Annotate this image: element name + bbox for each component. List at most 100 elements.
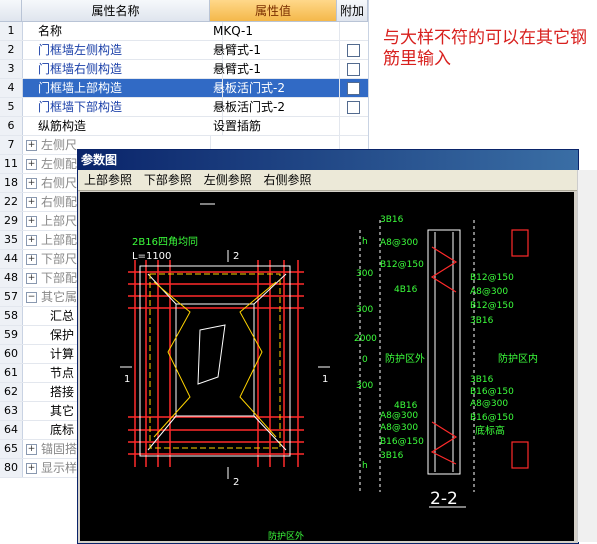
row-number: 6	[0, 117, 23, 135]
menu-right-ref[interactable]: 右侧参照	[264, 173, 312, 187]
rebar-label-8: 3B16	[470, 316, 494, 326]
extra-cell	[337, 117, 368, 135]
property-name-text: 纵筋构造	[38, 119, 87, 133]
property-name-text: 上部尺	[41, 214, 78, 228]
rebar-label-17: A8@300	[380, 411, 418, 421]
section-mark-top: 2	[233, 251, 239, 262]
table-row[interactable]: 5 门框墙下部构造 悬板活门式-2	[0, 98, 368, 117]
vertical-scrollbar[interactable]	[577, 170, 597, 542]
property-value[interactable]: MKQ-1	[210, 22, 340, 40]
dialog-menu: 上部参照 下部参照 左侧参照 右侧参照	[78, 170, 578, 191]
dim-2: 300	[356, 269, 373, 279]
dim-5: 0	[362, 355, 368, 365]
property-value[interactable]: 悬板活门式-2	[210, 79, 340, 97]
row-number: 35	[0, 231, 23, 249]
property-name-text: 门框墙左侧构造	[38, 43, 123, 57]
table-row[interactable]: 6 纵筋构造 设置插筋	[0, 117, 368, 136]
expand-icon[interactable]: +	[26, 444, 37, 455]
rebar-label-9: 3B16	[470, 375, 494, 385]
property-name-text: 其它	[50, 404, 75, 418]
property-name-text: 计算	[50, 347, 75, 361]
property-name-text: 下部尺	[41, 252, 78, 266]
property-value[interactable]: 悬板活门式-2	[210, 98, 340, 116]
menu-left-ref[interactable]: 左侧参照	[204, 173, 252, 187]
rebar-drawing: 2B16四角均同 L=1100 2 2 1 1 3B16 A8@300 B12@…	[120, 203, 538, 541]
row-number: 63	[0, 402, 23, 420]
property-name-text: 节点	[50, 366, 75, 380]
row-number: 5	[0, 98, 23, 116]
property-name-text: 右侧尺	[41, 176, 78, 190]
annotation-note: 与大样不符的可以在其它钢筋里输入	[383, 28, 587, 69]
table-row[interactable]: 4 门框墙上部构造 悬板活门式-2	[0, 79, 368, 98]
expand-icon[interactable]: +	[26, 159, 37, 170]
zone-outside: 防护区外	[385, 352, 425, 365]
menu-top-ref[interactable]: 上部参照	[84, 173, 132, 187]
row-number: 4	[0, 79, 23, 97]
row-number: 2	[0, 41, 23, 59]
table-row[interactable]: 2 门框墙左侧构造 悬臂式-1	[0, 41, 368, 60]
expand-icon[interactable]: +	[26, 140, 37, 151]
dim-1: h	[362, 237, 368, 247]
row-number: 18	[0, 174, 23, 192]
row-number: 60	[0, 345, 23, 363]
rebar-label-12: B16@150	[470, 413, 514, 423]
partial-zone-label: 防护区外	[268, 530, 304, 541]
expand-icon[interactable]: +	[26, 197, 37, 208]
rebar-label-16: B16@150	[380, 437, 424, 447]
property-name-text: 汇总	[50, 309, 75, 323]
row-number: 44	[0, 250, 23, 268]
property-name-text: 上部配	[41, 233, 78, 247]
rebar-label-1: 3B16	[380, 215, 404, 225]
attach-checkbox[interactable]	[347, 101, 360, 114]
property-name-text: 搭接	[50, 385, 75, 399]
property-name-text: 左侧尺	[41, 138, 78, 152]
expand-icon[interactable]: +	[26, 216, 37, 227]
param-dialog[interactable]: 参数图 上部参照 下部参照 左侧参照 右侧参照 2B16四角均同 L=1100 …	[77, 149, 579, 544]
row-number: 80	[0, 459, 23, 477]
row-number: 65	[0, 440, 23, 458]
row-number: 11	[0, 155, 23, 173]
section-mark-bottom: 2	[233, 477, 239, 488]
table-row[interactable]: 1 名称 MKQ-1	[0, 22, 368, 41]
value-column-header[interactable]: 属性值	[210, 0, 337, 22]
property-name-text: 门框墙下部构造	[38, 100, 123, 114]
extra-column-header[interactable]: 附加	[337, 0, 368, 22]
menu-bottom-ref[interactable]: 下部参照	[144, 173, 192, 187]
table-row[interactable]: 3 门框墙右侧构造 悬臂式-1	[0, 60, 368, 79]
collapse-icon[interactable]: −	[26, 292, 37, 303]
length-label: L=1100	[132, 251, 171, 262]
attach-checkbox[interactable]	[347, 82, 360, 95]
property-name: 门框墙上部构造	[24, 79, 223, 97]
property-name-text: 底标	[50, 423, 75, 437]
property-value[interactable]: 悬臂式-1	[210, 41, 340, 59]
rebar-label-11: A8@300	[470, 399, 508, 409]
rebar-top-label: 2B16四角均同	[132, 236, 198, 248]
expand-icon[interactable]: +	[26, 273, 37, 284]
property-name-text: 右侧配	[41, 195, 78, 209]
name-column-header[interactable]: 属性名称	[22, 0, 210, 22]
row-number: 29	[0, 212, 23, 230]
rebar-label-5: 4B16	[394, 285, 418, 295]
dim-4: 2000	[354, 334, 377, 344]
property-name-text: 下部配	[41, 271, 78, 285]
row-number: 1	[0, 22, 23, 40]
attach-checkbox[interactable]	[347, 63, 360, 76]
row-number: 22	[0, 193, 23, 211]
property-value[interactable]: 设置插筋	[210, 117, 340, 135]
attach-checkbox[interactable]	[347, 44, 360, 57]
expand-icon[interactable]: +	[26, 178, 37, 189]
expand-icon[interactable]: +	[26, 235, 37, 246]
expand-icon[interactable]: +	[26, 463, 37, 474]
rebar-label-14: 4B16	[394, 401, 418, 411]
property-value[interactable]: 悬臂式-1	[210, 60, 340, 78]
expand-icon[interactable]: +	[26, 254, 37, 265]
rebar-label-6: A8@300	[470, 287, 508, 297]
property-name-text: 门框墙右侧构造	[38, 62, 123, 76]
row-number: 3	[0, 60, 23, 78]
dialog-title[interactable]: 参数图	[78, 150, 578, 170]
zone-bottom: 底标高	[475, 424, 505, 437]
zone-inside: 防护区内	[498, 352, 538, 365]
row-number: 59	[0, 326, 23, 344]
property-name-text: 其它属	[41, 290, 78, 304]
rebar-label-10: B16@150	[470, 387, 514, 397]
